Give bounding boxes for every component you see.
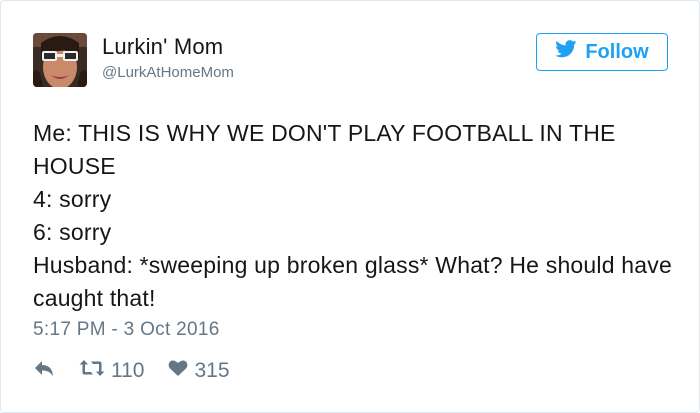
author-name[interactable]: Lurkin' Mom — [102, 34, 223, 60]
tweet-actions: 110 315 — [33, 357, 230, 385]
heart-icon — [168, 359, 188, 383]
retweet-icon — [79, 359, 105, 383]
retweet-count: 110 — [111, 359, 145, 382]
retweet-button[interactable]: 110 — [79, 359, 144, 383]
follow-label: Follow — [585, 40, 649, 63]
like-button[interactable]: 315 — [168, 359, 230, 383]
reply-button[interactable] — [33, 359, 55, 383]
tweet-card: Lurkin' Mom @LurkAtHomeMom Follow Me: TH… — [0, 0, 700, 413]
tweet-text: Me: THIS IS WHY WE DON'T PLAY FOOTBALL I… — [33, 120, 672, 311]
avatar[interactable] — [33, 33, 87, 87]
twitter-bird-icon — [555, 40, 585, 64]
reply-icon — [33, 359, 55, 383]
like-count: 315 — [194, 359, 230, 382]
tweet-timestamp[interactable]: 5:17 PM - 3 Oct 2016 — [33, 319, 220, 341]
author-handle[interactable]: @LurkAtHomeMom — [102, 64, 234, 81]
follow-button[interactable]: Follow — [536, 33, 668, 71]
